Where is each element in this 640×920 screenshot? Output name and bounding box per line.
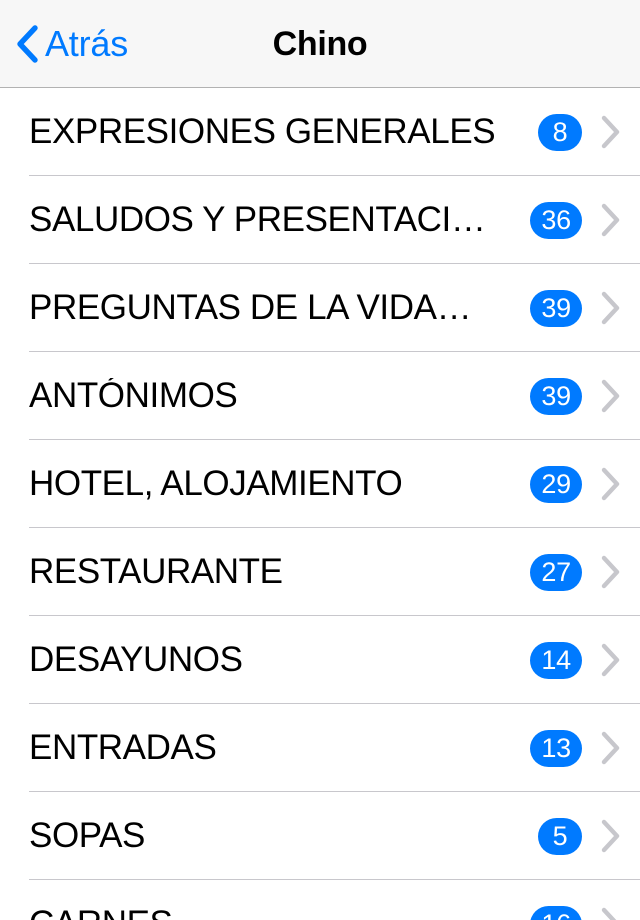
list-item[interactable]: SOPAS 5 (0, 792, 640, 880)
count-badge: 13 (530, 729, 582, 767)
count-badge: 39 (530, 289, 582, 327)
list-item[interactable]: CARNES 16 (0, 880, 640, 920)
chevron-right-icon (582, 907, 640, 920)
chevron-right-icon (582, 379, 640, 413)
count-badge: 14 (530, 641, 582, 679)
list-item-label: EXPRESIONES GENERALES (29, 113, 496, 151)
chevron-right-icon (582, 731, 640, 765)
chevron-right-icon (582, 643, 640, 677)
list-item[interactable]: ANTÓNIMOS 39 (0, 352, 640, 440)
count-badge: 36 (530, 201, 582, 239)
list-item[interactable]: EXPRESIONES GENERALES 8 (0, 88, 640, 176)
category-list[interactable]: EXPRESIONES GENERALES 8 SALUDOS Y PRESEN… (0, 88, 640, 920)
chevron-left-icon (17, 24, 38, 63)
list-item[interactable]: SALUDOS Y PRESENTACI… 36 (0, 176, 640, 264)
list-item-label: ANTÓNIMOS (29, 377, 238, 415)
list-item[interactable]: RESTAURANTE 27 (0, 528, 640, 616)
list-item[interactable]: ENTRADAS 13 (0, 704, 640, 792)
count-badge: 39 (530, 377, 582, 415)
count-badge: 29 (530, 465, 582, 503)
list-item-label: ENTRADAS (29, 729, 217, 767)
chevron-right-icon (582, 115, 640, 149)
back-button-label: Atrás (45, 22, 129, 64)
count-badge: 8 (538, 113, 582, 151)
list-item-label: PREGUNTAS DE LA VIDA… (29, 289, 472, 327)
chevron-right-icon (582, 291, 640, 325)
list-item-label: SALUDOS Y PRESENTACI… (29, 201, 486, 239)
count-badge: 16 (530, 905, 582, 920)
count-badge: 5 (538, 817, 582, 855)
app-screen: Atrás Chino EXPRESIONES GENERALES 8 SALU… (0, 0, 640, 920)
list-item-label: HOTEL, ALOJAMIENTO (29, 465, 403, 503)
count-badge: 27 (530, 553, 582, 591)
list-item-label: CARNES (0, 906, 530, 920)
list-item-label: RESTAURANTE (29, 553, 283, 591)
list-item[interactable]: DESAYUNOS 14 (0, 616, 640, 704)
chevron-right-icon (582, 467, 640, 501)
list-item-label: SOPAS (29, 817, 146, 855)
navigation-bar: Atrás Chino (0, 0, 640, 88)
list-item[interactable]: PREGUNTAS DE LA VIDA… 39 (0, 264, 640, 352)
list-item[interactable]: HOTEL, ALOJAMIENTO 29 (0, 440, 640, 528)
chevron-right-icon (582, 555, 640, 589)
chevron-right-icon (582, 203, 640, 237)
chevron-right-icon (582, 819, 640, 853)
back-button[interactable]: Atrás (0, 22, 129, 64)
list-item-label: DESAYUNOS (29, 641, 243, 679)
